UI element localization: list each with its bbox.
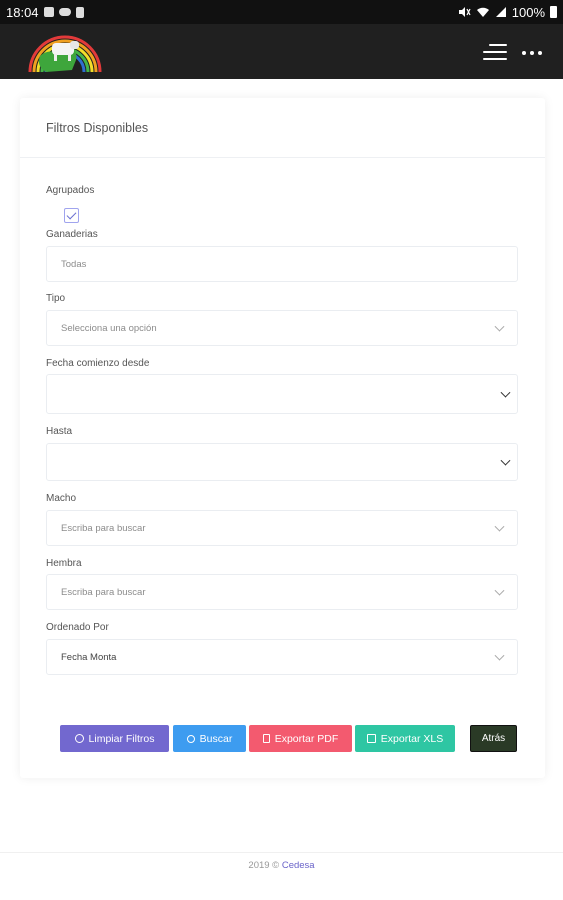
card-title: Filtros Disponibles: [46, 121, 149, 135]
export-pdf-button[interactable]: Exportar PDF: [249, 725, 352, 752]
app-logo[interactable]: [26, 26, 104, 76]
hamburger-icon[interactable]: [481, 42, 507, 62]
filters-card: Filtros Disponibles Agrupados Ganaderias…: [20, 98, 545, 778]
clear-filters-button[interactable]: Limpiar Filtros: [60, 725, 169, 752]
macho-placeholder: Escriba para buscar: [61, 522, 146, 534]
clipboard-icon: [75, 6, 84, 18]
hasta-label: Hasta: [46, 426, 73, 437]
file-pdf-icon: [262, 734, 270, 743]
ganaderias-placeholder: Todas: [61, 258, 87, 270]
footer: 2019 © Cedesa: [0, 852, 563, 900]
battery-percent: 100%: [511, 4, 545, 20]
hembra-select[interactable]: Escriba para buscar: [46, 574, 518, 610]
card-header: Filtros Disponibles: [20, 98, 545, 158]
ordenado-por-label: Ordenado Por: [46, 622, 109, 633]
tipo-label: Tipo: [46, 293, 66, 304]
macho-select[interactable]: Escriba para buscar: [46, 510, 518, 546]
agrupados-checkbox[interactable]: [64, 208, 79, 223]
hasta-select[interactable]: [46, 443, 518, 481]
clear-filters-label: Limpiar Filtros: [88, 732, 155, 745]
chevron-down-icon: [494, 585, 505, 596]
chevron-down-icon: [494, 521, 505, 532]
more-options-icon[interactable]: [522, 51, 542, 55]
ordenado-por-select[interactable]: Fecha Monta: [46, 639, 518, 675]
back-button[interactable]: Atrás: [470, 725, 517, 752]
wifi-icon: [476, 7, 489, 17]
macho-label: Macho: [46, 493, 77, 504]
ganaderias-field[interactable]: Todas: [46, 246, 518, 282]
cloud-icon: [58, 8, 71, 16]
mute-icon: [458, 7, 471, 17]
export-xls-label: Exportar XLS: [380, 732, 444, 745]
back-label: Atrás: [481, 733, 506, 744]
agrupados-label: Agrupados: [46, 185, 95, 196]
export-xls-button[interactable]: Exportar XLS: [355, 725, 455, 752]
chevron-down-icon: [500, 387, 511, 398]
battery-icon: [550, 6, 557, 18]
tipo-select[interactable]: Selecciona una opción: [46, 310, 518, 346]
fecha-desde-label: Fecha comienzo desde: [46, 358, 150, 369]
ordenado-por-value: Fecha Monta: [61, 651, 117, 663]
hembra-placeholder: Escriba para buscar: [61, 586, 146, 598]
status-bar: 18:04 100%: [0, 0, 563, 24]
search-label: Buscar: [199, 732, 233, 745]
fecha-desde-select[interactable]: [46, 374, 518, 414]
tipo-placeholder: Selecciona una opción: [61, 322, 157, 334]
export-pdf-label: Exportar PDF: [274, 732, 339, 745]
chevron-down-icon: [500, 455, 511, 466]
search-button[interactable]: Buscar: [173, 725, 246, 752]
file-excel-icon: [366, 734, 376, 743]
ganaderias-label: Ganaderias: [46, 229, 98, 240]
chevron-down-icon: [494, 650, 505, 661]
footer-brand-link[interactable]: Cedesa: [282, 860, 315, 871]
hembra-label: Hembra: [46, 558, 82, 569]
reset-icon: [74, 734, 84, 743]
image-icon: [43, 7, 54, 17]
signal-icon: [495, 7, 506, 17]
app-bar: [0, 24, 563, 79]
search-icon: [186, 734, 195, 743]
status-time: 18:04: [6, 4, 39, 20]
footer-copyright: 2019 ©: [248, 860, 280, 871]
chevron-down-icon: [494, 321, 505, 332]
